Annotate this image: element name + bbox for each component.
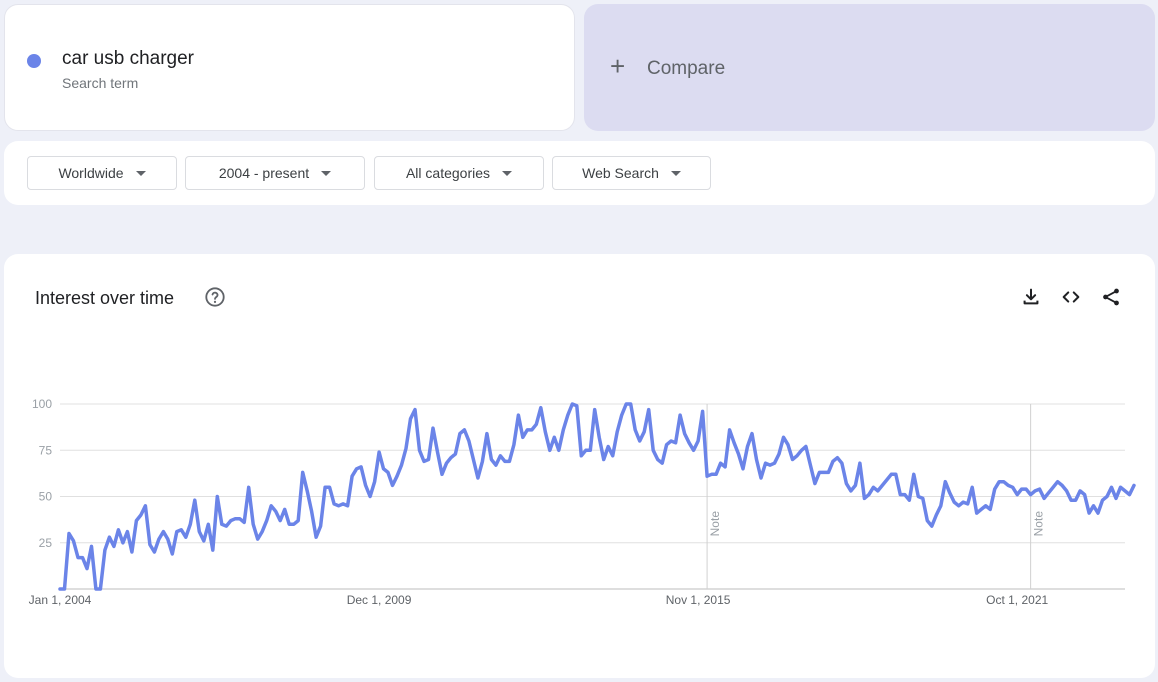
caret-down-icon [321,170,332,176]
x-tick-label: Oct 1, 2021 [986,593,1048,607]
filter-region-label: Worldwide [58,165,124,181]
filter-region-dropdown[interactable]: Worldwide [27,156,177,190]
search-term-name[interactable]: car usb charger [62,48,194,70]
filter-time-dropdown[interactable]: 2004 - present [185,156,365,190]
y-tick-label: 50 [39,490,53,504]
filter-time-label: 2004 - present [218,165,310,181]
search-term-card[interactable]: car usb charger Search term [4,4,575,131]
y-tick-label: 100 [32,397,52,411]
search-term-subtitle: Search term [62,75,139,91]
filter-category-label: All categories [405,165,491,181]
caret-down-icon [135,170,146,176]
y-tick-label: 75 [39,443,53,457]
note-label: Note [708,511,722,537]
caret-down-icon [502,170,513,176]
plus-icon: + [610,51,626,81]
x-tick-label: Nov 1, 2015 [666,593,731,607]
caret-down-icon [670,170,681,176]
filter-search-type-dropdown[interactable]: Web Search [552,156,711,190]
compare-button[interactable]: + Compare [584,4,1155,131]
filter-bar: Worldwide 2004 - present All categories … [4,141,1155,205]
filter-search-type-label: Web Search [582,165,659,181]
y-tick-label: 25 [39,536,53,550]
note-label: Note [1032,511,1046,537]
x-tick-label: Jan 1, 2004 [29,593,92,607]
compare-label: Compare [647,58,726,79]
interest-over-time-card: Interest over time Note Note 25 50 75 100 Jan… [4,254,1155,678]
term-color-dot [27,54,41,68]
filter-category-dropdown[interactable]: All categories [374,156,544,190]
line-chart: Note Note 25 50 75 100 Jan 1, 2004 Dec 1, 2009… [29,397,1136,607]
x-tick-label: Dec 1, 2009 [347,593,412,607]
